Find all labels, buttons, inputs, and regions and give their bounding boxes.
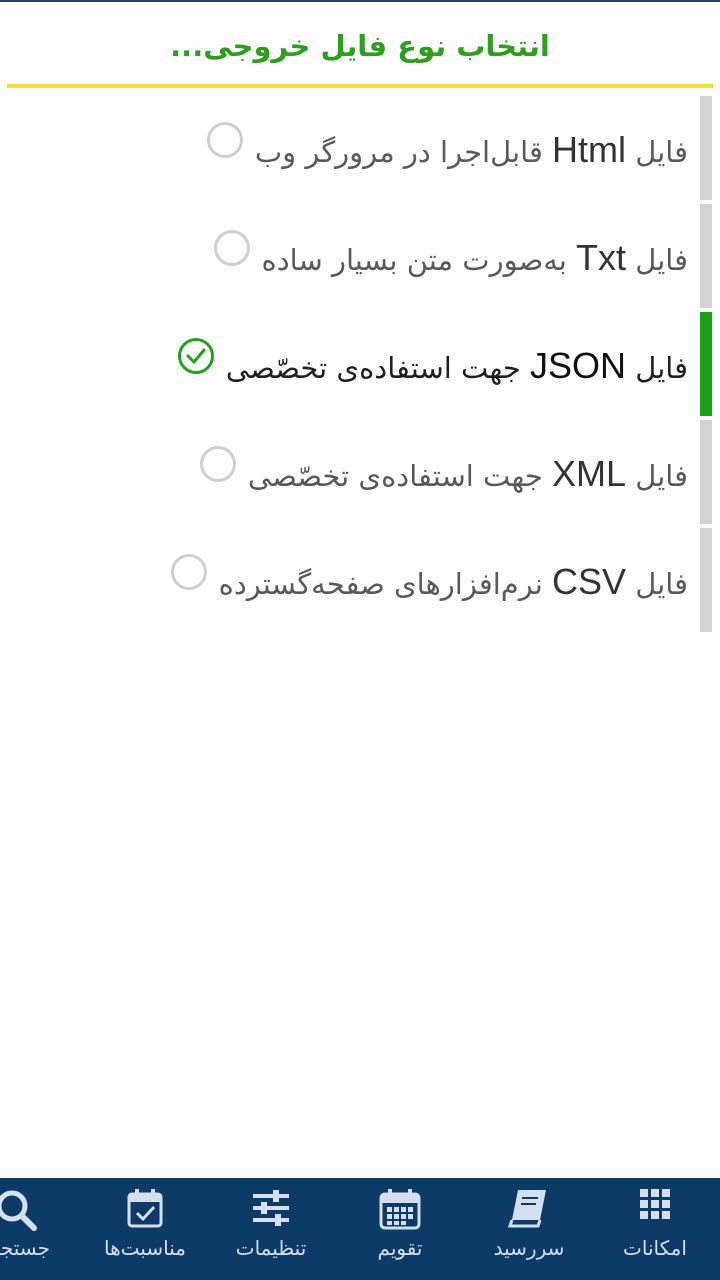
option-format: CSV <box>552 561 627 602</box>
radio-unchecked-icon[interactable] <box>199 446 236 482</box>
search-icon <box>0 1190 37 1231</box>
option-description: قابل‌اجرا در مرورگر وب <box>254 135 553 169</box>
option-json[interactable]: فایل JSON جهت استفاده‌ی تخصّصی <box>0 312 720 416</box>
nav-item-settings[interactable]: تنظیمات <box>216 1178 326 1280</box>
nav-item-occasions[interactable]: مناسبت‌ها <box>90 1178 200 1280</box>
bottom-navigation: امکانات سررسید تقویم <box>0 1178 720 1280</box>
title-underline <box>7 84 713 88</box>
option-txt[interactable]: فایل Txt به‌صورت متن بسیار ساده <box>0 204 720 308</box>
option-label[interactable]: فایل Html قابل‌اجرا در مرورگر وب <box>206 122 688 174</box>
option-xml[interactable]: فایل XML جهت استفاده‌ی تخصّصی <box>0 420 720 524</box>
option-format: XML <box>552 453 627 494</box>
nav-label: جستجو <box>0 1236 50 1260</box>
option-indicator-bar <box>700 96 712 200</box>
nav-item-features[interactable]: امکانات <box>600 1178 710 1280</box>
option-label[interactable]: فایل Txt به‌صورت متن بسیار ساده <box>213 230 688 282</box>
status-bar-strip <box>0 0 720 2</box>
dialog-title: انتخاب نوع فایل خروجی... <box>170 29 550 63</box>
option-description: به‌صورت متن بسیار ساده <box>261 243 577 277</box>
option-prefix: فایل <box>626 567 688 601</box>
calendar-check-icon <box>127 1189 163 1228</box>
option-prefix: فایل <box>626 351 688 385</box>
option-prefix: فایل <box>626 243 688 277</box>
option-description: جهت استفاده‌ی تخصّصی <box>225 351 531 385</box>
radio-unchecked-icon[interactable] <box>170 554 207 590</box>
option-indicator-bar <box>700 528 712 632</box>
nav-item-due-date[interactable]: سررسید <box>474 1178 584 1280</box>
option-format: Txt <box>576 237 627 278</box>
option-label[interactable]: فایل JSON جهت استفاده‌ی تخصّصی <box>177 338 688 390</box>
option-csv[interactable]: فایل CSV نرم‌افزارهای صفحه‌گسترده <box>0 528 720 632</box>
option-label[interactable]: فایل XML جهت استفاده‌ی تخصّصی <box>199 446 688 498</box>
nav-label: تقویم <box>377 1236 423 1260</box>
calendar-icon <box>379 1189 421 1230</box>
option-indicator-bar <box>700 204 712 308</box>
option-description: نرم‌افزارهای صفحه‌گسترده <box>218 567 553 601</box>
option-html[interactable]: فایل Html قابل‌اجرا در مرورگر وب <box>0 96 720 200</box>
nav-label: تنظیمات <box>235 1236 307 1260</box>
radio-checked-icon[interactable] <box>177 338 214 374</box>
option-indicator-bar <box>700 420 712 524</box>
sliders-icon <box>253 1190 289 1226</box>
option-description: جهت استفاده‌ی تخصّصی <box>247 459 553 493</box>
option-format: Html <box>552 129 627 170</box>
grid-icon <box>640 1189 670 1219</box>
radio-unchecked-icon[interactable] <box>206 122 243 158</box>
option-prefix: فایل <box>626 459 688 493</box>
option-indicator-bar <box>700 312 712 416</box>
nav-item-calendar[interactable]: تقویم <box>345 1178 455 1280</box>
nav-label: امکانات <box>623 1236 687 1260</box>
radio-unchecked-icon[interactable] <box>213 230 250 266</box>
option-prefix: فایل <box>626 135 688 169</box>
nav-item-search[interactable]: جستجو <box>0 1178 50 1280</box>
nav-label: مناسبت‌ها <box>104 1236 186 1260</box>
option-label[interactable]: فایل CSV نرم‌افزارهای صفحه‌گسترده <box>170 554 688 606</box>
book-icon <box>508 1190 546 1228</box>
nav-label: سررسید <box>493 1236 565 1260</box>
option-format: JSON <box>530 345 627 386</box>
file-type-options: فایل Html قابل‌اجرا در مرورگر وب فایل Tx… <box>0 96 720 636</box>
